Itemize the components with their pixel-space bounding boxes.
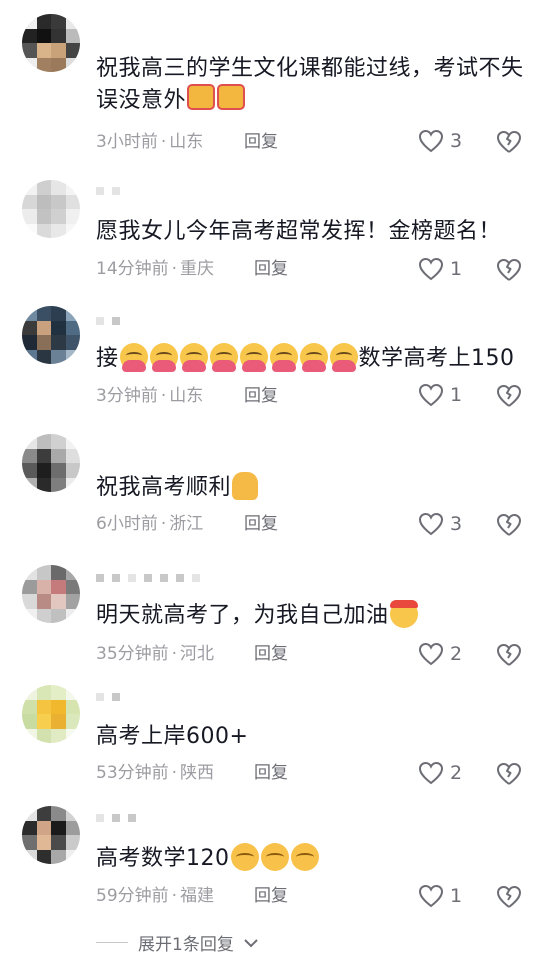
username-masked[interactable] xyxy=(96,690,120,704)
comment-meta: 6小时前 · 浙江 回复 xyxy=(96,514,278,534)
heart-outline-icon xyxy=(418,383,444,407)
hug-emoji xyxy=(209,343,238,372)
comment-time: 3分钟前 xyxy=(96,386,158,406)
chevron-down-icon xyxy=(244,938,258,947)
username-masked[interactable] xyxy=(96,314,120,328)
reply-button[interactable]: 回复 xyxy=(244,130,278,154)
like-count: 2 xyxy=(450,762,463,784)
avatar[interactable] xyxy=(22,14,80,72)
headband-face-emoji xyxy=(389,600,418,628)
broken-heart-icon[interactable] xyxy=(495,127,523,155)
divider-line xyxy=(96,942,128,943)
fireworks-box-emoji xyxy=(187,84,216,110)
comment-time: 3小时前 xyxy=(96,132,158,152)
hug-emoji xyxy=(299,343,328,372)
like-button[interactable]: 1 xyxy=(418,882,462,910)
comment-location: 重庆 xyxy=(180,259,215,279)
broken-heart-icon[interactable] xyxy=(495,882,523,910)
reply-button[interactable]: 回复 xyxy=(254,642,288,666)
heart-outline-icon xyxy=(418,761,444,785)
comment-location: 河北 xyxy=(180,644,215,664)
broken-heart-icon[interactable] xyxy=(495,381,523,409)
comment-location: 山东 xyxy=(169,132,204,152)
like-count: 1 xyxy=(450,258,463,280)
expand-replies-button[interactable]: 展开1条回复 xyxy=(96,930,258,955)
comment-meta: 3分钟前 · 山东 回复 xyxy=(96,386,278,406)
avatar[interactable] xyxy=(22,180,80,238)
reply-button[interactable]: 回复 xyxy=(244,512,278,536)
comment-time: 14分钟前 xyxy=(96,259,169,279)
comment-text: 高考数学120 xyxy=(96,843,536,874)
reply-button[interactable]: 回复 xyxy=(254,257,288,281)
heart-outline-icon xyxy=(418,257,444,281)
like-count: 2 xyxy=(450,643,463,665)
like-button[interactable]: 3 xyxy=(418,127,462,155)
persevering-face-emoji xyxy=(290,843,319,871)
like-count: 1 xyxy=(450,384,463,406)
avatar[interactable] xyxy=(22,306,80,364)
fireworks-box-emoji xyxy=(217,84,246,110)
comment-meta: 14分钟前 · 重庆 回复 xyxy=(96,259,288,279)
persevering-face-emoji xyxy=(230,843,259,871)
hug-emoji xyxy=(239,343,268,372)
comment-meta: 3小时前 · 山东 回复 xyxy=(96,132,278,152)
avatar[interactable] xyxy=(22,434,80,492)
reply-button[interactable]: 回复 xyxy=(254,761,288,785)
comment-text: 祝我高三的学生文化课都能过线，考试不失误没意外 xyxy=(96,56,524,113)
username-masked[interactable] xyxy=(96,571,200,585)
avatar[interactable] xyxy=(22,565,80,623)
comment-text: 祝我高考顺利 xyxy=(96,472,536,503)
heart-outline-icon xyxy=(418,884,444,908)
heart-outline-icon xyxy=(418,129,444,153)
like-count: 3 xyxy=(450,513,463,535)
reply-button[interactable]: 回复 xyxy=(254,884,288,908)
persevering-face-emoji xyxy=(260,843,289,871)
like-button[interactable]: 2 xyxy=(418,640,462,668)
hug-emoji xyxy=(269,343,298,372)
username-masked[interactable] xyxy=(96,811,136,825)
like-count: 1 xyxy=(450,885,463,907)
comment-text: 明天就高考了，为我自己加油 xyxy=(96,600,536,631)
hug-emoji xyxy=(149,343,178,372)
hug-emoji xyxy=(119,343,148,372)
broken-heart-icon[interactable] xyxy=(495,759,523,787)
comment-meta: 53分钟前 · 陕西 回复 xyxy=(96,763,288,783)
comment-location: 福建 xyxy=(180,886,215,906)
comment-text: 接数学高考上150 xyxy=(96,343,536,374)
praying-hands-emoji xyxy=(232,472,259,500)
comment-time: 35分钟前 xyxy=(96,644,169,664)
comment-location: 山东 xyxy=(169,386,204,406)
like-count: 3 xyxy=(450,130,463,152)
comment-location: 陕西 xyxy=(180,763,215,783)
comment-time: 53分钟前 xyxy=(96,763,169,783)
like-button[interactable]: 3 xyxy=(418,510,462,538)
comment-time: 59分钟前 xyxy=(96,886,169,906)
comment-meta: 35分钟前 · 河北 回复 xyxy=(96,644,288,664)
broken-heart-icon[interactable] xyxy=(495,510,523,538)
comment-text: 高考上岸600+ xyxy=(96,724,249,749)
broken-heart-icon[interactable] xyxy=(495,255,523,283)
like-button[interactable]: 1 xyxy=(418,255,462,283)
heart-outline-icon xyxy=(418,642,444,666)
like-button[interactable]: 1 xyxy=(418,381,462,409)
comment-time: 6小时前 xyxy=(96,514,158,534)
like-button[interactable]: 2 xyxy=(418,759,462,787)
avatar[interactable] xyxy=(22,806,80,864)
comment-meta: 59分钟前 · 福建 回复 xyxy=(96,886,288,906)
hug-emoji xyxy=(179,343,208,372)
heart-outline-icon xyxy=(418,512,444,536)
comment-text: 愿我女儿今年高考超常发挥！金榜题名！ xyxy=(96,219,502,244)
username-masked[interactable] xyxy=(96,184,120,198)
expand-replies-label: 展开1条回复 xyxy=(138,935,234,955)
broken-heart-icon[interactable] xyxy=(495,640,523,668)
reply-button[interactable]: 回复 xyxy=(244,384,278,408)
comment-location: 浙江 xyxy=(169,514,204,534)
avatar[interactable] xyxy=(22,685,80,743)
hug-emoji xyxy=(329,343,358,372)
